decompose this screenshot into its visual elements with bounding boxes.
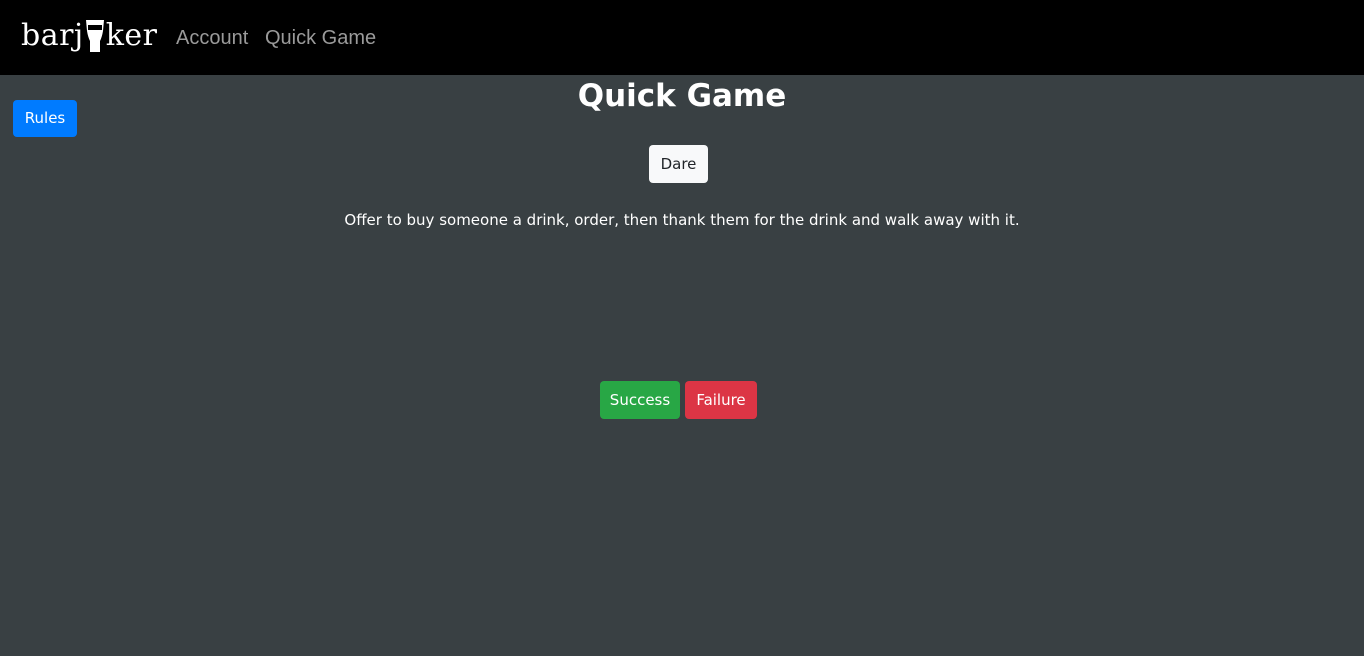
dare-description: Offer to buy someone a drink, order, the…: [344, 211, 1020, 229]
failure-button[interactable]: Failure: [685, 381, 757, 419]
nav-link-account[interactable]: Account: [176, 26, 248, 50]
nav-link-quick-game[interactable]: Quick Game: [265, 26, 376, 50]
navbar: barj ker Account Quick Game: [0, 0, 1364, 75]
brand-text-end: ker: [105, 18, 158, 53]
page-title: Quick Game: [577, 78, 787, 114]
rules-button[interactable]: Rules: [13, 100, 77, 137]
pint-glass-icon: [85, 19, 105, 53]
brand-logo[interactable]: barj ker: [21, 16, 158, 56]
success-button[interactable]: Success: [600, 381, 680, 419]
brand-text-start: barj: [21, 18, 84, 53]
dare-button[interactable]: Dare: [649, 145, 708, 183]
